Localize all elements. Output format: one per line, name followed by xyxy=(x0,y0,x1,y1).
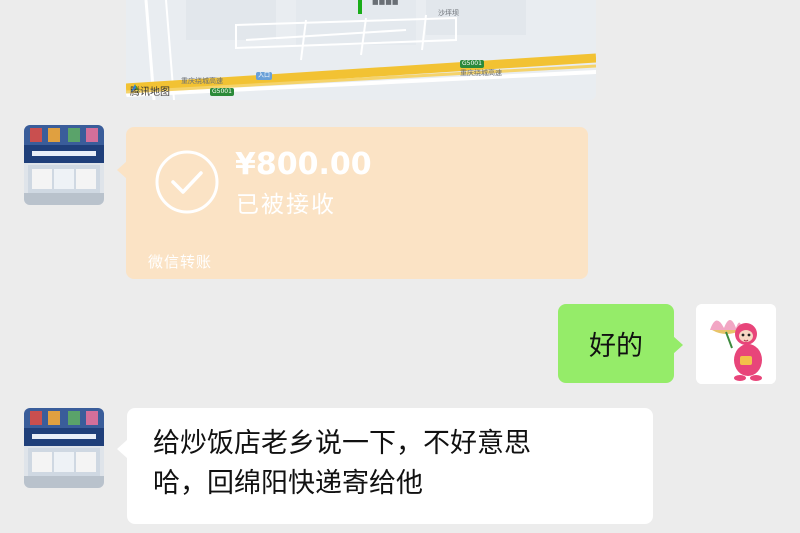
map-highway-label: 重庆绕城高速 xyxy=(181,77,223,85)
message-text-line: 哈，回绵阳快递寄给他 xyxy=(153,468,423,499)
cartoon-character-avatar xyxy=(696,304,776,384)
map-highway-label: 重庆绕城高速 xyxy=(460,69,502,77)
transfer-divider xyxy=(126,239,588,240)
contact-avatar[interactable] xyxy=(24,125,104,205)
message-text-line: 给炒饭店老乡说一下，不好意思 xyxy=(153,428,531,459)
message-text: 好的 xyxy=(589,331,643,362)
self-avatar[interactable] xyxy=(696,304,776,384)
wechat-transfer-card[interactable]: ¥800.00 已被接收 微信转账 xyxy=(117,127,588,279)
transfer-status: 已被接收 xyxy=(236,192,336,218)
shop-storefront-avatar xyxy=(24,408,104,488)
shop-storefront-avatar xyxy=(24,125,104,205)
map-attribution: 腾讯地图 xyxy=(130,83,170,98)
entrance-badge: 入口 xyxy=(256,72,273,80)
map-place-label: 沙坪坝 xyxy=(438,9,459,17)
check-circle-icon xyxy=(155,150,219,214)
transfer-amount: ¥800.00 xyxy=(235,147,372,182)
contact-message-bubble[interactable]: 给炒饭店老乡说一下，不好意思 哈，回绵阳快递寄给他 xyxy=(117,408,653,524)
location-map-card[interactable]: ■■■■ 沙坪坝 重庆绕城高速 重庆绕城高速 G5001 G5001 入口 腾讯… xyxy=(126,0,596,100)
map-label: ■■■■ xyxy=(372,0,399,6)
transfer-footer-label: 微信转账 xyxy=(148,253,213,271)
highway-code-badge: G5001 xyxy=(460,60,484,68)
self-message-bubble[interactable]: 好的 xyxy=(558,304,683,383)
contact-avatar[interactable] xyxy=(24,408,104,488)
highway-code-badge: G5001 xyxy=(210,88,234,96)
tencent-map-logo-icon xyxy=(131,84,139,92)
